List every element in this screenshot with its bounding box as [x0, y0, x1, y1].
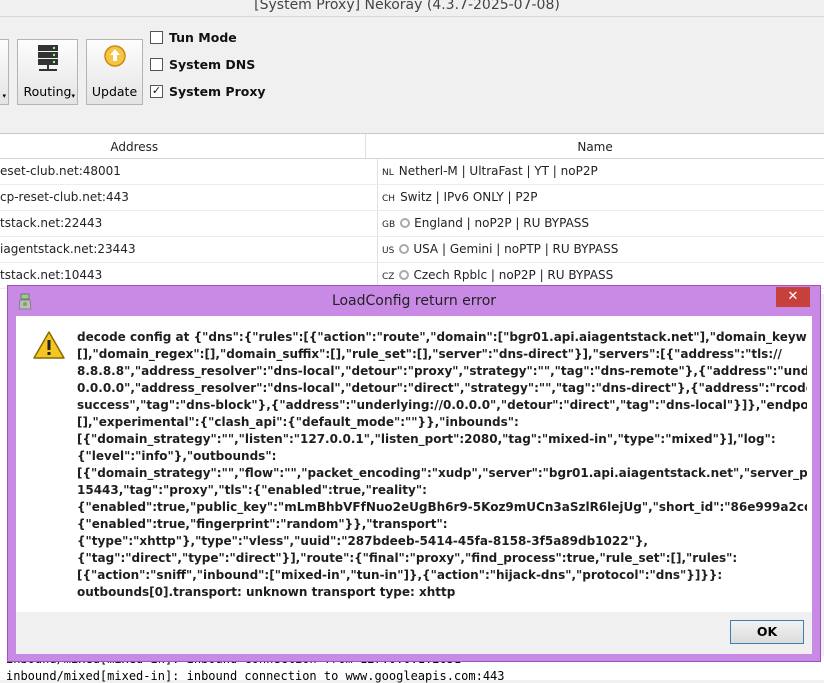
row-address: cp-reset-club.net:443 — [0, 185, 378, 210]
row-name-cell: NL Netherl-M | UltraFast | YT | noP2P — [378, 159, 824, 184]
error-message-line: [{"action":"sniff","inbound":["mixed-in"… — [77, 568, 723, 582]
country-code: CZ — [382, 272, 395, 282]
row-name-cell: GB England | noP2P | RU BYPASS — [378, 211, 824, 236]
chain-link-icon — [399, 270, 410, 280]
routing-label: Routing — [23, 84, 72, 99]
column-header-address[interactable]: Address — [0, 134, 269, 158]
log-line: inbound/mixed[mixed-in]: inbound connect… — [6, 669, 505, 683]
tun-mode-label: Tun Mode — [169, 30, 237, 45]
error-message-line: [{"domain_strategy":"","flow":"","packet… — [77, 466, 807, 480]
error-message-line: success","tag":"dns-block"},{"address":"… — [77, 398, 807, 412]
close-button[interactable]: ✕ — [776, 287, 810, 307]
error-message-line: [],"experimental":{"clash_api":{"default… — [77, 415, 519, 429]
error-message-line: {"enabled":true,"fingerprint":"random"}}… — [77, 517, 448, 531]
checkbox-box[interactable] — [150, 58, 163, 71]
dialog-title: LoadConfig return error — [331, 293, 497, 309]
table-row[interactable]: iagentstack.net:23443 US USA | Gemini | n… — [0, 237, 824, 263]
ok-button[interactable]: OK — [730, 620, 804, 644]
update-button[interactable]: Update — [86, 39, 143, 105]
system-proxy-label: System Proxy — [169, 84, 266, 99]
country-code: GB — [382, 220, 396, 230]
row-address: tstack.net:22443 — [0, 211, 378, 236]
error-message-line: outbounds[0].transport: unknown transpor… — [77, 585, 456, 599]
error-message-line: {"enabled":true,"public_key":"mLmBhbVFfN… — [77, 500, 807, 514]
tun-mode-checkbox[interactable]: Tun Mode — [150, 30, 237, 45]
dialog-footer: OK — [16, 612, 812, 654]
row-name: USA | Gemini | noPTP | RU BYPASS — [413, 242, 619, 256]
error-message-line: decode config at {"dns":{"rules":[{"acti… — [77, 330, 807, 344]
row-name: Czech Rpblc | noP2P | RU BYPASS — [413, 268, 614, 282]
error-message-line: {"level":"info"},"outbounds": — [77, 449, 277, 463]
row-name-cell: CH Switz | IPv6 ONLY | P2P — [378, 185, 824, 210]
country-code: US — [382, 246, 395, 256]
row-name-cell: US USA | Gemini | noPTP | RU BYPASS — [378, 237, 824, 262]
system-dns-checkbox[interactable]: System DNS — [150, 57, 255, 72]
table-row[interactable]: tstack.net:22443 GB England | noP2P | RU … — [0, 211, 824, 237]
error-message-line: [],"domain_regex":[],"domain_suffix":[],… — [77, 347, 782, 361]
column-header-name[interactable]: Name — [366, 134, 824, 158]
error-dialog: LoadConfig return error ✕ decode config … — [7, 285, 821, 662]
routing-button[interactable]: Routing ▾ — [17, 39, 78, 105]
update-label: Update — [91, 84, 138, 99]
error-message-line: {"tag":"direct","type":"direct"}],"route… — [77, 551, 738, 565]
server-table: Address Name eset-club.net:48001 NL Nethe… — [0, 133, 824, 294]
chain-link-icon — [400, 218, 411, 228]
warning-icon — [32, 330, 66, 363]
error-message-line: [{"domain_strategy":"","listen":"127.0.0… — [77, 432, 776, 446]
dialog-body: decode config at {"dns":{"rules":[{"acti… — [16, 316, 812, 612]
partial-toolbar-button[interactable]: ▾ — [0, 39, 9, 105]
checkbox-box[interactable] — [150, 31, 163, 44]
row-name: Netherl-M | UltraFast | YT | noP2P — [398, 164, 598, 178]
chevron-down-icon: ▾ — [71, 92, 75, 100]
error-message: decode config at {"dns":{"rules":[{"acti… — [77, 329, 807, 601]
row-name: England | noP2P | RU BYPASS — [414, 216, 590, 230]
row-name: Switz | IPv6 ONLY | P2P — [400, 190, 538, 204]
server-stack-icon — [35, 44, 61, 75]
country-code: NL — [382, 168, 394, 178]
table-header: Address Name — [0, 134, 824, 159]
checkbox-box-checked[interactable]: ✓ — [150, 85, 163, 98]
chain-link-icon — [399, 244, 410, 254]
chevron-down-icon: ▾ — [2, 92, 6, 100]
error-message-line: 8.8.8.8","address_resolver":"dns-local",… — [77, 364, 807, 378]
error-message-line: {"type":"xhttp"},"type":"vless","uuid":"… — [77, 534, 648, 548]
system-proxy-checkbox[interactable]: ✓ System Proxy — [150, 84, 266, 99]
window-title: [System Proxy] Nekoray (4.3.7-2025-07-08… — [254, 0, 560, 13]
country-code: CH — [382, 194, 396, 204]
error-message-line: 0.0.0.0","address_resolver":"dns-local",… — [77, 381, 807, 395]
window-title-bar: [System Proxy] Nekoray (4.3.7-2025-07-08… — [0, 0, 824, 17]
toolbar: ▾ Routing ▾ Update Tun Mode System DNS ✓… — [0, 17, 824, 131]
error-message-line: 15443,"tag":"proxy","tls":{"enabled":tru… — [77, 483, 427, 497]
table-row[interactable]: eset-club.net:48001 NL Netherl-M | UltraF… — [0, 159, 824, 185]
system-dns-label: System DNS — [169, 57, 256, 72]
table-row[interactable]: cp-reset-club.net:443 CH Switz | IPv6 ONL… — [0, 185, 824, 211]
row-address: iagentstack.net:23443 — [0, 237, 378, 262]
row-address: eset-club.net:48001 — [0, 159, 378, 184]
update-arrow-icon — [103, 44, 127, 71]
